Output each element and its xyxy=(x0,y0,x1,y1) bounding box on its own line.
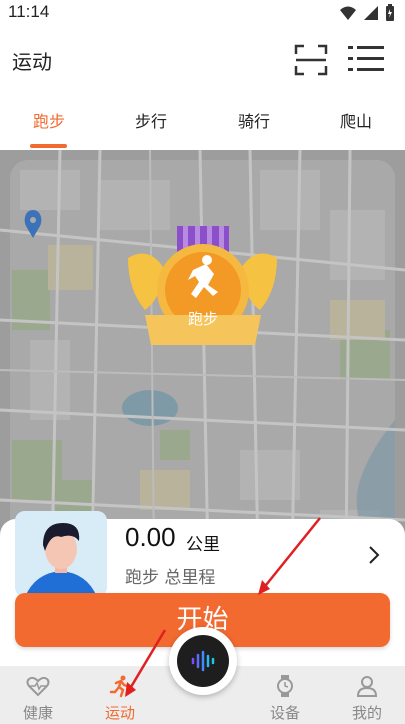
nav-label-health: 健康 xyxy=(22,704,53,722)
nav-item-mine[interactable]: 我的 xyxy=(327,666,405,724)
nav-label-sport: 运动 xyxy=(104,704,135,722)
status-time: 11:14 xyxy=(8,2,50,21)
distance-value: 0.00 xyxy=(125,522,176,552)
running-icon xyxy=(109,675,129,698)
status-bar: 11:14 xyxy=(0,0,405,26)
nav-label-mine: 我的 xyxy=(351,704,382,722)
tab-walking[interactable]: 步行 xyxy=(111,108,191,132)
active-tab-indicator xyxy=(30,144,67,148)
fab-inner xyxy=(177,635,229,687)
nav-label-device: 设备 xyxy=(269,704,300,722)
chevron-right-icon[interactable] xyxy=(366,543,382,567)
status-icons xyxy=(339,4,395,22)
sound-wave-icon xyxy=(191,650,215,672)
sport-tabs: 跑步 步行 骑行 爬山 xyxy=(0,92,405,150)
menu-button[interactable] xyxy=(348,44,384,74)
distance-label: 跑步 总里程 xyxy=(125,568,216,588)
app-header: 运动 xyxy=(0,26,405,92)
nav-item-device[interactable]: 设备 xyxy=(245,666,325,724)
tab-climbing[interactable]: 爬山 xyxy=(316,108,396,132)
signal-icon xyxy=(364,6,378,20)
badge-label: 跑步 xyxy=(187,310,218,328)
voice-fab[interactable] xyxy=(169,627,237,695)
distance-unit: 公里 xyxy=(186,535,220,555)
wifi-icon xyxy=(340,6,356,20)
page-title: 运动 xyxy=(12,50,52,74)
tab-running[interactable]: 跑步 xyxy=(9,108,89,132)
profile-icon xyxy=(356,676,378,697)
avatar[interactable] xyxy=(15,511,107,597)
battery-icon xyxy=(386,4,394,21)
nav-item-sport[interactable]: 运动 xyxy=(80,666,160,724)
list-menu-icon xyxy=(348,46,384,71)
avatar-illustration xyxy=(15,511,107,597)
heart-icon xyxy=(26,676,50,697)
tab-cycling[interactable]: 骑行 xyxy=(214,108,294,132)
scan-icon xyxy=(294,44,328,76)
nav-item-health[interactable]: 健康 xyxy=(0,666,78,724)
watch-icon xyxy=(277,675,293,697)
scan-button[interactable] xyxy=(294,44,328,76)
